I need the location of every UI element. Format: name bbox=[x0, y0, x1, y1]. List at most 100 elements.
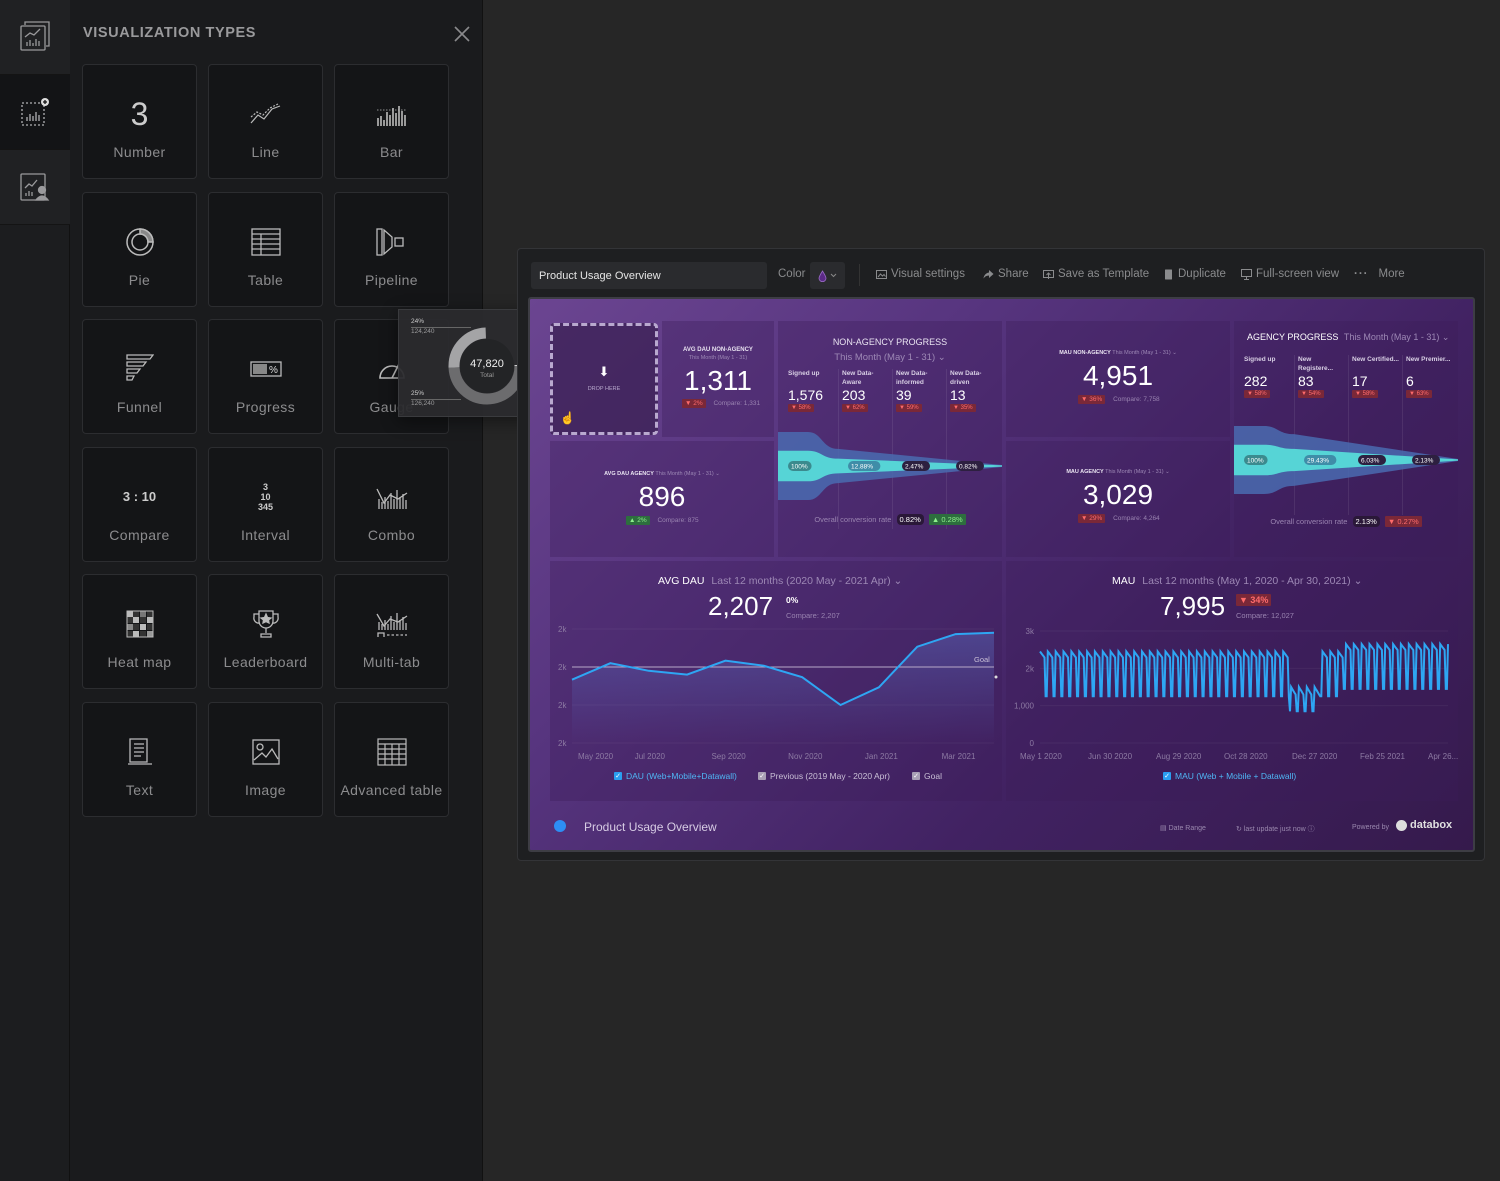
save-as-template-button[interactable]: Save as Template bbox=[1043, 268, 1149, 280]
agency-progress-widget[interactable]: AGENCY PROGRESS This Month (May 1 - 31) … bbox=[1234, 321, 1458, 557]
save-template-label: Save as Template bbox=[1058, 268, 1150, 280]
rail-item-reports[interactable] bbox=[0, 150, 70, 225]
widget-value: 7,995 bbox=[1160, 591, 1226, 621]
chevron-down-icon bbox=[830, 273, 837, 278]
x-tick-label: Dec 27 2020 bbox=[1292, 752, 1338, 761]
table-icon bbox=[209, 225, 322, 259]
step-value: 282 bbox=[1244, 373, 1268, 389]
conversion-change: ▲ 0.28% bbox=[928, 514, 966, 525]
share-button[interactable]: Share bbox=[983, 268, 1029, 280]
legend-label: Previous (2019 May - 2020 Apr) bbox=[770, 771, 891, 781]
funnel-step-label: 0.82% bbox=[956, 461, 984, 471]
conversion-label: Overall conversion rate bbox=[1270, 517, 1348, 526]
monitor-icon bbox=[1241, 268, 1252, 280]
date-range-button[interactable]: ▤ Date Range bbox=[1160, 824, 1206, 832]
legend-mau[interactable]: ✓ MAU (Web + Mobile + Datawall) bbox=[1163, 771, 1296, 781]
step-value: 17 bbox=[1352, 373, 1368, 389]
viz-type-heat-map[interactable]: Heat map bbox=[82, 574, 197, 689]
svg-text:6.03%: 6.03% bbox=[1361, 458, 1380, 465]
x-tick-label: Feb 25 2021 bbox=[1360, 752, 1405, 761]
rail-item-dashboards[interactable] bbox=[0, 0, 70, 75]
viz-type-pipeline[interactable]: Pipeline bbox=[334, 191, 449, 307]
change-badge: ▼ 36% bbox=[1078, 395, 1106, 404]
step-change: ▼ 58% bbox=[788, 404, 814, 412]
combo-chart-icon bbox=[335, 480, 448, 514]
change-badge: ▼ 29% bbox=[1078, 514, 1106, 523]
viz-type-label: Pie bbox=[128, 271, 151, 288]
viz-type-table[interactable]: Table bbox=[208, 191, 323, 307]
viz-type-number[interactable]: 3 Number bbox=[82, 64, 197, 179]
svg-text:100%: 100% bbox=[1247, 458, 1264, 465]
viz-type-compare[interactable]: 3 : 10 Compare bbox=[82, 446, 197, 562]
viz-type-progress[interactable]: % Progress bbox=[208, 319, 323, 434]
user-report-icon bbox=[20, 173, 50, 201]
color-picker[interactable] bbox=[810, 262, 845, 289]
x-tick-label: Jan 2021 bbox=[865, 752, 898, 761]
svg-text:29.43%: 29.43% bbox=[1307, 458, 1329, 465]
avg-dau-line-chart: 2k 2k 2k 2k Goal May 2020 Jul 2020 Sep 2020 Nov … bbox=[558, 625, 998, 761]
dashboard-chart-icon bbox=[20, 21, 50, 51]
duplicate-button[interactable]: Duplicate bbox=[1163, 268, 1226, 280]
viz-type-image[interactable]: Image bbox=[208, 701, 323, 817]
legend-dau[interactable]: ✓ DAU (Web+Mobile+Datawall) bbox=[614, 771, 737, 781]
info-icon: ⓘ bbox=[1307, 826, 1315, 833]
widget-value: 4,951 bbox=[1082, 360, 1154, 391]
conversion-value: 2.13% bbox=[1352, 516, 1380, 527]
goal-label: Goal bbox=[974, 655, 990, 664]
close-icon[interactable] bbox=[451, 23, 473, 45]
legend-goal[interactable]: ✓ Goal bbox=[912, 771, 942, 781]
x-tick-label: Apr 26... bbox=[1428, 752, 1458, 761]
avg-dau-agency-widget[interactable]: AVG DAU AGENCY This Month (May 1 - 31) ⌄… bbox=[550, 441, 774, 557]
viz-type-multi-tab[interactable]: Multi-tab bbox=[334, 574, 449, 689]
viz-type-line[interactable]: Line bbox=[208, 64, 323, 179]
dashboard-title-input[interactable] bbox=[531, 262, 767, 289]
viz-type-bar[interactable]: Bar bbox=[334, 64, 449, 179]
viz-type-advanced-table[interactable]: Advanced table bbox=[334, 701, 449, 817]
refresh-icon: ↻ bbox=[1236, 826, 1242, 833]
avg-dau-non-agency-widget[interactable]: AVG DAU NON-AGENCY This Month (May 1 - 3… bbox=[662, 321, 774, 437]
widget-title: NON-AGENCY PROGRESS bbox=[832, 337, 948, 347]
more-button[interactable]: ··· More bbox=[1354, 268, 1405, 280]
avg-dau-chart-widget[interactable]: AVG DAU Last 12 months (2020 May - 2021 … bbox=[550, 561, 1002, 801]
pie-chart-icon bbox=[83, 225, 196, 259]
last-update: ↻ last update just now ⓘ bbox=[1236, 826, 1315, 833]
change-badge: ▼ 34% bbox=[1236, 594, 1272, 606]
visual-settings-button[interactable]: Visual settings bbox=[876, 268, 965, 280]
viz-type-combo[interactable]: Combo bbox=[334, 446, 449, 562]
compare-value: Compare: 2,207 bbox=[786, 611, 840, 620]
multi-tab-icon bbox=[335, 607, 448, 641]
dau-area bbox=[572, 632, 994, 743]
goal-marker bbox=[994, 675, 998, 679]
svg-text:100%: 100% bbox=[791, 464, 808, 471]
viz-type-label: Multi-tab bbox=[362, 654, 421, 670]
arrow-down-icon: ⬇ bbox=[598, 364, 610, 379]
viz-type-text[interactable]: Text bbox=[82, 701, 197, 817]
step-value: 83 bbox=[1298, 373, 1314, 389]
viz-type-label: Pipeline bbox=[364, 271, 418, 288]
viz-type-label: Image bbox=[245, 781, 286, 798]
viz-type-leaderboard[interactable]: Leaderboard bbox=[208, 574, 323, 689]
mau-non-agency-widget[interactable]: MAU NON-AGENCY This Month (May 1 - 31) ⌄… bbox=[1006, 321, 1230, 437]
non-agency-progress-widget[interactable]: NON-AGENCY PROGRESS This Month (May 1 - … bbox=[778, 321, 1002, 557]
step-value: 203 bbox=[842, 387, 866, 403]
full-screen-view-button[interactable]: Full-screen view bbox=[1241, 268, 1339, 280]
trophy-icon bbox=[209, 607, 322, 641]
viz-type-pie[interactable]: Pie bbox=[82, 191, 197, 307]
legend-label: DAU (Web+Mobile+Datawall) bbox=[626, 771, 737, 781]
viz-type-funnel[interactable]: Funnel bbox=[82, 319, 197, 434]
mau-chart-widget[interactable]: MAU Last 12 months (May 1, 2020 - Apr 30… bbox=[1006, 561, 1458, 801]
y-tick-label: 1,000 bbox=[1014, 702, 1035, 711]
pipeline-icon bbox=[335, 225, 448, 259]
legend-previous[interactable]: ✓ Previous (2019 May - 2020 Apr) bbox=[758, 771, 890, 781]
widget-value: 3,029 bbox=[1082, 479, 1154, 510]
slice-value: 126,240 bbox=[411, 400, 435, 407]
viz-type-label: Combo bbox=[367, 526, 416, 543]
text-document-icon bbox=[83, 735, 196, 769]
viz-type-interval[interactable]: 3 10 345 Interval bbox=[208, 446, 323, 562]
donut-total: 47,820 bbox=[470, 358, 504, 370]
y-tick-label: 2k bbox=[558, 625, 567, 634]
visual-settings-label: Visual settings bbox=[891, 268, 965, 280]
rail-item-add-visualization[interactable] bbox=[0, 75, 70, 150]
image-icon bbox=[209, 735, 322, 769]
mau-agency-widget[interactable]: MAU AGENCY This Month (May 1 - 31) ⌄ 3,0… bbox=[1006, 441, 1230, 557]
